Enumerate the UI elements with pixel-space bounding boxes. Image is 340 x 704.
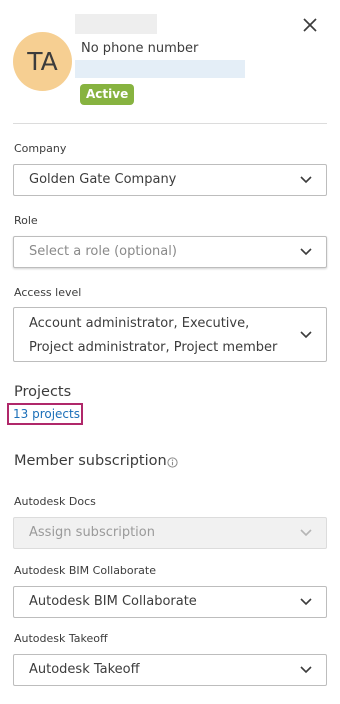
info-icon[interactable] [167,457,178,468]
chevron-down-icon [300,331,312,339]
docs-placeholder: Assign subscription [29,525,155,540]
chevron-down-icon [300,248,312,256]
docs-subscription-select: Assign subscription [13,517,327,549]
access-level-line-1: Account administrator, Executive, [29,316,250,331]
header-divider [13,123,327,124]
phone-number: No phone number [81,41,199,56]
avatar: TA [13,32,72,91]
projects-link[interactable]: 13 projects [7,403,83,425]
docs-label: Autodesk Docs [14,495,96,508]
role-select[interactable]: Select a role (optional) [13,236,327,268]
company-select[interactable]: Golden Gate Company [13,164,327,196]
user-header: TA No phone number Active [0,0,340,124]
status-badge: Active [80,84,135,105]
chevron-down-icon [300,176,312,184]
chevron-down-icon [300,529,312,537]
takeoff-label: Autodesk Takeoff [14,632,108,645]
close-icon [303,18,317,32]
company-label: Company [14,142,67,155]
role-label: Role [14,214,38,227]
access-level-label: Access level [14,286,82,299]
bim-value: Autodesk BIM Collaborate [29,594,197,609]
user-email-redacted [75,60,245,78]
takeoff-subscription-select[interactable]: Autodesk Takeoff [13,654,327,686]
member-subscription-title: Member subscription [14,453,167,469]
role-placeholder: Select a role (optional) [29,244,177,259]
bim-label: Autodesk BIM Collaborate [14,564,156,577]
chevron-down-icon [300,666,312,674]
projects-title: Projects [14,384,72,400]
access-level-select[interactable]: Account administrator, Executive, Projec… [13,307,327,362]
takeoff-value: Autodesk Takeoff [29,662,140,677]
access-level-line-2: Project administrator, Project member [29,340,278,355]
company-value: Golden Gate Company [29,172,177,187]
user-name-redacted [75,14,157,34]
bim-subscription-select[interactable]: Autodesk BIM Collaborate [13,586,327,618]
close-button[interactable] [299,14,321,36]
chevron-down-icon [300,598,312,606]
